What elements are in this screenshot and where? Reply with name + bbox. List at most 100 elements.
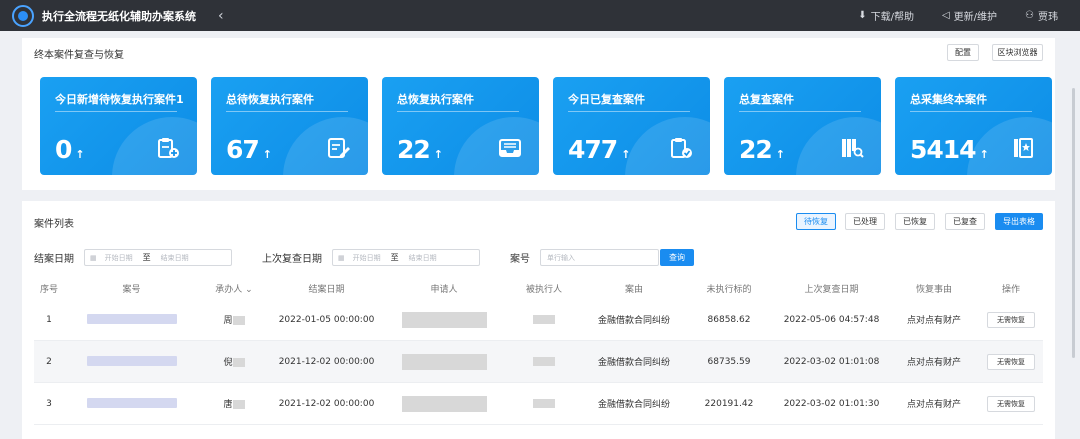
tab-processed[interactable]: 已处理 [845, 213, 885, 230]
last-review-cell: 2022-03-02 01:01:08 [783, 356, 880, 367]
arrow-up-icon: ↑ [75, 148, 84, 161]
speaker-icon: ◁ [941, 10, 950, 21]
last-review-date-range-input[interactable]: ▦ 开始日期 至 结束日期 [332, 249, 480, 266]
collapse-sidebar-icon[interactable]: ‹ [218, 8, 224, 24]
update-maintenance-label: 更新/维护 [953, 12, 998, 23]
page-vertical-scrollbar[interactable] [1072, 88, 1075, 358]
close-date-cell: 2021-12-02 00:00:00 [278, 356, 375, 367]
card-value: 0 ↑ [55, 135, 85, 164]
books-search-icon [842, 139, 864, 158]
cause-cell: 金融借款合同纠纷 [597, 316, 670, 326]
card-divider [739, 111, 861, 112]
query-button[interactable]: 查询 [660, 249, 694, 266]
arrow-up-icon: ↑ [979, 148, 989, 161]
amount-cell: 220191.42 [704, 398, 754, 409]
sort-caret-icon: ⌄ [242, 284, 253, 295]
arrow-up-icon: ↑ [433, 148, 443, 161]
inbox-tray-icon [499, 139, 521, 157]
calendar-icon: ▦ [90, 253, 97, 262]
close-date-end-placeholder: 结束日期 [160, 253, 189, 262]
close-date-start-placeholder: 开始日期 [104, 253, 133, 262]
overview-panel: 终本案件复查与恢复 配置 区块浏览器 今日新增待恢复执行案件1 0 ↑ 总待恢复执… [22, 38, 1055, 226]
last-review-end-placeholder: 结束日期 [408, 253, 437, 262]
range-separator: 至 [142, 253, 151, 262]
config-button[interactable]: 配置 [947, 44, 979, 61]
card-label: 总复查案件 [739, 93, 794, 106]
operation-cell: 无需恢复 [979, 311, 1043, 328]
stat-card-total-pending[interactable]: 总待恢复执行案件 67 ↑ [211, 77, 368, 175]
close-date-cell: 2021-12-02 00:00:00 [278, 398, 375, 409]
card-label: 今日新增待恢复执行案件1 [55, 93, 184, 106]
column-header: 被执行人 [525, 284, 562, 295]
case-number-input[interactable]: 单行输入 [540, 249, 659, 266]
download-help-link[interactable]: ⬇ 下载/帮助 [858, 8, 914, 23]
case-list-title: 案件列表 [34, 219, 74, 230]
card-value: 477 ↑ [568, 135, 630, 164]
reason-cell: 点对点有财产 [906, 358, 961, 368]
case-number-redacted [64, 314, 199, 325]
card-label: 总恢复执行案件 [397, 93, 474, 106]
close-date-cell: 2022-01-05 00:00:00 [278, 314, 375, 325]
user-name: 贾玮 [1038, 12, 1058, 23]
book-star-icon [1014, 138, 1033, 158]
tab-reviewed[interactable]: 已复查 [945, 213, 985, 230]
cause-cell: 金融借款合同纠纷 [597, 400, 670, 410]
applicant-redacted [384, 395, 504, 412]
applicant-redacted [384, 311, 504, 328]
stat-card-total-restored[interactable]: 总恢复执行案件 22 ↑ [382, 77, 539, 175]
card-divider [397, 111, 519, 112]
column-header-sortable[interactable]: 承办人 ⌄ [199, 282, 269, 295]
user-icon: ⚇ [1025, 10, 1034, 21]
stat-card-total-reviewed[interactable]: 总复查案件 22 ↑ [724, 77, 881, 175]
card-divider [55, 111, 177, 112]
last-review-cell: 2022-05-06 04:57:48 [783, 314, 880, 325]
clipboard-plus-icon [158, 138, 179, 158]
edit-document-icon [328, 138, 350, 158]
close-date-range-input[interactable]: ▦ 开始日期 至 结束日期 [84, 249, 232, 266]
case-number-label: 案号 [510, 254, 530, 265]
case-number-redacted [64, 356, 199, 367]
stat-card-today-reviewed[interactable]: 今日已复查案件 477 ↑ [553, 77, 710, 175]
no-restore-button[interactable]: 无需恢复 [987, 311, 1035, 328]
amount-cell: 68735.59 [707, 356, 751, 367]
no-restore-button[interactable]: 无需恢复 [987, 353, 1035, 370]
column-header: 序号 [39, 284, 58, 295]
row-number: 2 [46, 356, 52, 367]
card-value: 22 ↑ [739, 135, 785, 164]
last-review-start-placeholder: 开始日期 [352, 253, 381, 262]
card-value: 5414 ↑ [910, 135, 989, 164]
overview-title: 终本案件复查与恢复 [34, 50, 124, 61]
operation-cell: 无需恢复 [979, 353, 1043, 370]
table-header: 序号 案号 承办人 ⌄ 结案日期 申请人 被执行人 案由 未执行标的 上次复查日… [34, 277, 1043, 299]
top-bar: 执行全流程无纸化辅助办案系统 ‹ ⬇ 下载/帮助 ◁ 更新/维护 ⚇ 贾玮 [0, 0, 1080, 31]
user-menu[interactable]: ⚇ 贾玮 [1025, 8, 1058, 23]
no-restore-button[interactable]: 无需恢复 [987, 395, 1035, 412]
clipboard-check-icon [671, 138, 692, 158]
operation-cell: 无需恢复 [979, 395, 1043, 412]
row-number: 3 [46, 398, 52, 409]
column-header: 操作 [1001, 284, 1020, 295]
card-label: 今日已复查案件 [568, 93, 645, 106]
download-help-label: 下载/帮助 [870, 12, 914, 23]
export-table-button[interactable]: 导出表格 [995, 213, 1043, 230]
column-header: 未执行标的 [706, 284, 752, 295]
block-browser-button[interactable]: 区块浏览器 [992, 44, 1043, 61]
update-maintenance-link[interactable]: ◁ 更新/维护 [942, 8, 997, 23]
stat-card-total-collected[interactable]: 总采集终本案件 5414 ↑ [895, 77, 1052, 175]
arrow-up-icon: ↑ [262, 148, 272, 161]
card-divider [226, 111, 348, 112]
applicant-redacted [384, 353, 504, 370]
last-review-cell: 2022-03-02 01:01:30 [783, 398, 880, 409]
judge-cell: 唐 [199, 397, 269, 410]
close-date-label: 结案日期 [34, 254, 74, 265]
stat-card-today-new-pending[interactable]: 今日新增待恢复执行案件1 0 ↑ [40, 77, 197, 175]
cause-cell: 金融借款合同纠纷 [597, 358, 670, 368]
tab-restored[interactable]: 已恢复 [895, 213, 935, 230]
tab-pending-restore[interactable]: 待恢复 [796, 213, 836, 230]
column-header: 恢复事由 [915, 284, 952, 295]
judge-cell: 周 [199, 313, 269, 326]
card-value: 22 ↑ [397, 135, 443, 164]
table-row: 3 唐 2021-12-02 00:00:00 金融借款合同纠纷 220191.… [34, 383, 1043, 425]
last-review-date-label: 上次复查日期 [262, 254, 322, 265]
download-icon: ⬇ [858, 10, 867, 21]
